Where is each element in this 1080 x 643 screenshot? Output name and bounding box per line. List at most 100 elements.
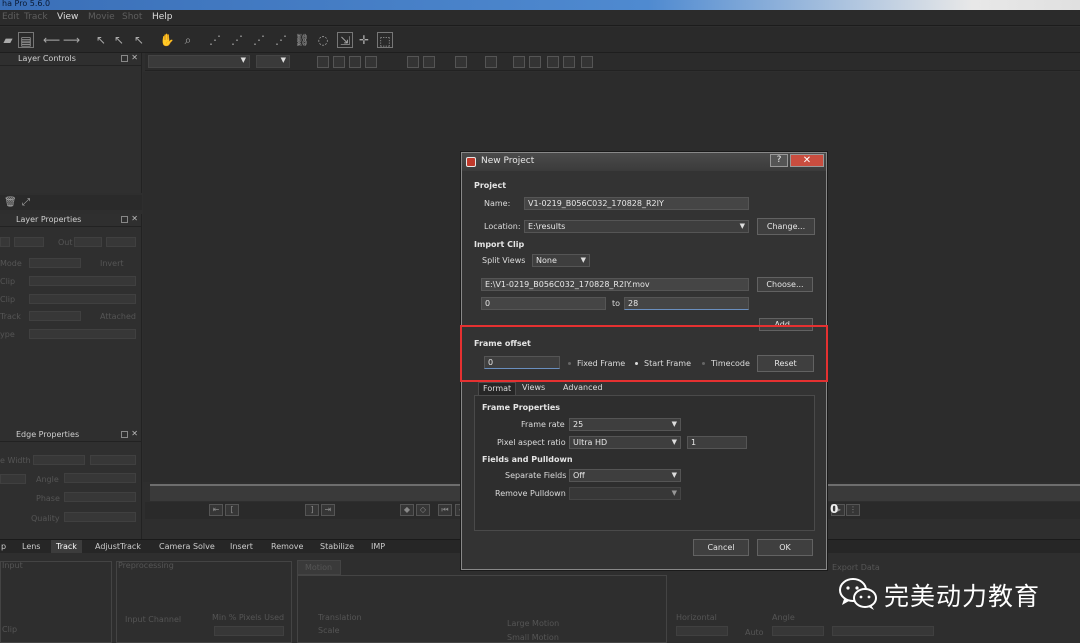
float-panel-icon[interactable] — [121, 431, 128, 438]
clip-file-path-input[interactable]: E:\V1-0219_B056C032_170828_R2IY.mov — [481, 278, 749, 291]
select-b-tool-icon[interactable]: ↖ — [111, 32, 127, 48]
menu-track[interactable]: Track — [24, 12, 48, 22]
tab-track[interactable]: Track — [51, 540, 82, 554]
view-option-icon[interactable] — [529, 56, 541, 68]
view-option-icon[interactable] — [581, 56, 593, 68]
tab-imp[interactable]: IMP — [366, 540, 390, 554]
bezier-delete-icon[interactable]: ⋰ — [207, 32, 223, 48]
view-option-icon[interactable] — [485, 56, 497, 68]
project-name-input[interactable]: V1-0219_B056C032_170828_R2IY — [524, 197, 749, 210]
out-field[interactable] — [74, 237, 102, 247]
tab-setup[interactable]: p — [0, 540, 11, 554]
min-pixels-field[interactable] — [214, 626, 284, 636]
angle-field[interactable] — [772, 626, 824, 636]
close-button[interactable]: ✕ — [790, 154, 824, 167]
mark-out-button[interactable]: ⇥ — [321, 504, 335, 516]
redo-arrow-icon[interactable]: ⟶ — [63, 32, 80, 48]
viewer-zoom-dropdown[interactable]: ▼ — [256, 55, 290, 68]
view-option-icon[interactable] — [317, 56, 329, 68]
menu-edit[interactable]: Edit — [2, 12, 19, 22]
out-buttons[interactable] — [106, 237, 136, 247]
float-panel-icon[interactable] — [121, 55, 128, 62]
frame-step-icon[interactable]: ⋮ — [846, 504, 860, 516]
split-views-dropdown[interactable]: None ▼ — [532, 254, 590, 267]
zoom-tool-icon[interactable]: ⌕ — [180, 32, 196, 48]
view-option-icon[interactable] — [365, 56, 377, 68]
menu-help[interactable]: Help — [152, 12, 173, 22]
clip-dropdown[interactable] — [29, 276, 136, 286]
lasso-tool-icon[interactable]: ◌ — [315, 32, 331, 48]
tab-format[interactable]: Format — [478, 382, 517, 395]
menu-view[interactable]: View — [57, 12, 78, 22]
export-data-button[interactable] — [832, 626, 934, 636]
bounding-box-icon[interactable]: ⬚ — [377, 32, 393, 48]
view-option-icon[interactable] — [333, 56, 345, 68]
quality-field[interactable] — [64, 512, 136, 522]
view-option-icon[interactable] — [513, 56, 525, 68]
bspline-icon[interactable]: ⋰ — [251, 32, 267, 48]
track-dropdown[interactable] — [29, 311, 81, 321]
open-folder-icon[interactable]: ▰ — [0, 32, 16, 48]
in-bracket-button[interactable]: [ — [225, 504, 239, 516]
tab-views[interactable]: Views — [518, 382, 549, 395]
range-end-input[interactable]: 28 — [624, 297, 749, 310]
select-add-tool-icon[interactable]: ↖ — [131, 32, 147, 48]
in-field[interactable] — [0, 237, 10, 247]
phase-field[interactable] — [64, 492, 136, 502]
edge-width-field[interactable] — [33, 455, 85, 465]
mark-in-button[interactable]: ⇤ — [209, 504, 223, 516]
expand-icon[interactable]: ⤢ — [22, 197, 30, 208]
ok-button[interactable]: OK — [757, 539, 813, 556]
link-tool-icon[interactable]: ⛓ — [294, 32, 310, 48]
close-panel-icon[interactable]: ✕ — [131, 214, 138, 223]
tab-stabilize[interactable]: Stabilize — [315, 540, 359, 554]
clip-dropdown[interactable] — [29, 294, 136, 304]
hand-tool-icon[interactable]: ✋ — [159, 32, 175, 48]
close-panel-icon[interactable]: ✕ — [131, 429, 138, 438]
keyframe-button[interactable]: ◇ — [416, 504, 430, 516]
view-option-icon[interactable] — [349, 56, 361, 68]
view-option-icon[interactable] — [423, 56, 435, 68]
view-option-icon[interactable] — [455, 56, 467, 68]
viewer-layer-dropdown[interactable]: ▼ — [148, 55, 250, 68]
range-start-input[interactable]: 0 — [481, 297, 606, 310]
undo-arrow-icon[interactable]: ⟵ — [43, 32, 60, 48]
tab-lens[interactable]: Lens — [17, 540, 45, 554]
bspline-add-icon[interactable]: ⋰ — [273, 32, 289, 48]
help-button[interactable]: ? — [770, 154, 788, 167]
tab-remove[interactable]: Remove — [266, 540, 308, 554]
tab-advanced[interactable]: Advanced — [559, 382, 607, 395]
frame-rate-dropdown[interactable]: 25 ▼ — [569, 418, 681, 431]
remove-pulldown-dropdown[interactable]: ▼ — [569, 487, 681, 500]
pixel-aspect-number-input[interactable]: 1 — [687, 436, 747, 449]
view-option-icon[interactable] — [547, 56, 559, 68]
select-tool-icon[interactable]: ↖ — [93, 32, 109, 48]
blend-mode-dropdown[interactable] — [29, 258, 81, 268]
view-option-icon[interactable] — [407, 56, 419, 68]
in-buttons[interactable] — [14, 237, 44, 247]
bezier-add-icon[interactable]: ⋰ — [229, 32, 245, 48]
tab-insert[interactable]: Insert — [225, 540, 258, 554]
move-tool-icon[interactable]: ✛ — [356, 32, 372, 48]
current-frame-number[interactable]: 0 — [830, 502, 838, 516]
change-button[interactable]: Change... — [757, 218, 815, 235]
out-bracket-button[interactable]: ] — [305, 504, 319, 516]
menu-shot[interactable]: Shot — [122, 12, 142, 22]
transform-tool-icon[interactable]: ⇲ — [337, 32, 353, 48]
menu-movie[interactable]: Movie — [88, 12, 115, 22]
type-dropdown[interactable] — [29, 329, 136, 339]
view-option-icon[interactable] — [563, 56, 575, 68]
edge-swatch[interactable] — [0, 474, 26, 484]
location-dropdown[interactable]: E:\results ▼ — [524, 220, 749, 233]
pixel-aspect-dropdown[interactable]: Ultra HD ▼ — [569, 436, 681, 449]
save-icon[interactable]: ▤ — [18, 32, 34, 48]
choose-button[interactable]: Choose... — [757, 277, 813, 292]
first-frame-button[interactable]: ⏮ — [438, 504, 452, 516]
cancel-button[interactable]: Cancel — [693, 539, 749, 556]
tab-adjusttrack[interactable]: AdjustTrack — [90, 540, 146, 554]
keyframe-button[interactable]: ◆ — [400, 504, 414, 516]
tab-camera-solve[interactable]: Camera Solve — [154, 540, 220, 554]
close-panel-icon[interactable]: ✕ — [131, 53, 138, 62]
angle-field[interactable] — [64, 473, 136, 483]
float-panel-icon[interactable] — [121, 216, 128, 223]
